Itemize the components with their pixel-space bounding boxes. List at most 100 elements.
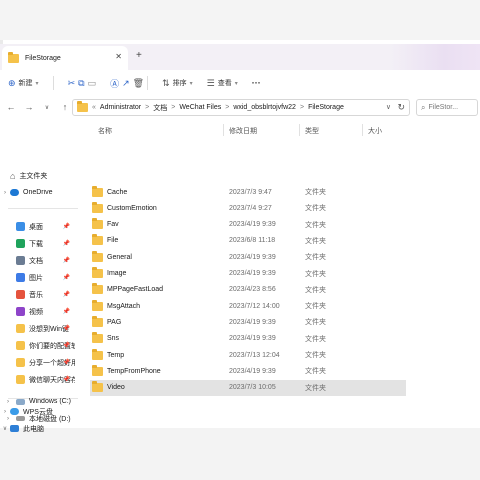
breadcrumb-item[interactable]: FileStorage xyxy=(308,104,344,111)
file-date: 2023/4/19 9:39 xyxy=(229,335,276,343)
cloud-icon xyxy=(10,189,19,196)
table-row[interactable]: CustomEmotion 2023/7/4 9:27 文件夹 xyxy=(90,200,406,216)
sidebar-item-label: Windows (C:) xyxy=(29,398,72,405)
sidebar-item-onedrive[interactable]: › OneDrive xyxy=(0,185,82,200)
sidebar-item-quick[interactable]: 桌面 📌 xyxy=(0,219,82,234)
sidebar-item-label: 主文件夹 xyxy=(19,172,48,180)
history-chevron-icon[interactable]: ∨ xyxy=(40,104,54,111)
pin-icon[interactable]: 📌 xyxy=(63,291,70,298)
sidebar-item-quick[interactable]: 视频 📌 xyxy=(0,304,82,319)
pin-icon[interactable]: 📌 xyxy=(63,274,70,281)
sidebar-item-quick[interactable]: 图片 📌 xyxy=(0,270,82,285)
view-button[interactable]: ☰ 查看 ▾ xyxy=(207,78,238,89)
sidebar-item-drive-d[interactable]: › 本地磁盘 (D:) xyxy=(0,411,78,426)
file-name-cell: MPPageFastLoad xyxy=(92,283,163,295)
rename-icon[interactable]: Ⓐ xyxy=(110,77,119,90)
pin-icon[interactable]: 📌 xyxy=(63,240,70,247)
file-name-cell: Image xyxy=(92,267,126,278)
refresh-icon[interactable]: ↻ xyxy=(397,102,405,113)
table-row[interactable]: Video 2023/7/3 10:05 文件夹 xyxy=(90,379,406,396)
title-bar: FileStorage ✕ + xyxy=(0,44,480,70)
column-header-type[interactable]: 类型 xyxy=(305,126,319,136)
file-name: Sns xyxy=(107,335,120,343)
folder-icon xyxy=(16,341,25,350)
breadcrumb-item[interactable]: Administrator xyxy=(100,104,141,111)
cut-icon[interactable]: ✂ xyxy=(68,78,76,89)
toolbar-divider xyxy=(147,76,149,90)
chevron-right-icon[interactable]: › xyxy=(0,399,16,405)
music-icon xyxy=(16,290,25,299)
breadcrumb-item[interactable]: 文档 xyxy=(153,103,167,113)
pin-icon[interactable]: 📌 xyxy=(63,257,70,264)
table-row[interactable]: PAG 2023/4/19 9:39 文件夹 xyxy=(90,314,406,330)
search-icon: ⌕ xyxy=(421,102,426,112)
forward-arrow-icon[interactable]: → xyxy=(22,102,36,112)
sidebar-item-drive-c[interactable]: › Windows (C:) xyxy=(0,394,78,409)
delete-icon[interactable]: 🗑 xyxy=(133,78,144,89)
table-row[interactable]: General 2023/4/19 9:39 文件夹 xyxy=(90,249,406,265)
file-date: 2023/7/13 12:04 xyxy=(229,351,280,359)
table-row[interactable]: Fav 2023/4/19 9:39 文件夹 xyxy=(90,217,406,233)
sort-button[interactable]: ⇅ 排序 ▾ xyxy=(162,78,193,89)
column-divider[interactable] xyxy=(362,124,363,136)
breadcrumb-item[interactable]: WeChat Files xyxy=(179,104,221,111)
file-name: General xyxy=(107,253,132,261)
address-bar[interactable]: « Administrator > 文档 > WeChat Files > wx… xyxy=(72,99,410,116)
pin-icon[interactable]: 📌 xyxy=(63,223,70,230)
share-icon[interactable]: ↗ xyxy=(122,78,130,89)
file-name: CustomEmotion xyxy=(107,204,157,212)
tab-filestorage[interactable]: FileStorage ✕ xyxy=(2,46,128,70)
table-row[interactable]: Cache 2023/7/3 9:47 文件夹 xyxy=(90,184,406,200)
table-row[interactable]: Sns 2023/4/19 9:39 文件夹 xyxy=(90,331,406,347)
drive-icon xyxy=(16,416,25,421)
file-list: 名称 修改日期 类型 大小 Cache 2023/7/3 9:47 文件夹 Custo… xyxy=(88,118,480,428)
chevron-right-icon[interactable]: › xyxy=(0,416,16,422)
more-options-icon[interactable]: ··· xyxy=(252,78,261,88)
pin-icon[interactable]: 📌 xyxy=(63,308,70,315)
column-header-name[interactable]: 名称 xyxy=(98,126,112,136)
new-tab-button[interactable]: + xyxy=(136,51,142,61)
up-arrow-icon[interactable]: ↑ xyxy=(58,102,72,112)
search-placeholder: FileStor... xyxy=(428,104,459,111)
picture-icon xyxy=(16,273,25,282)
sidebar-item-quick[interactable]: 音乐 📌 xyxy=(0,287,82,302)
table-row[interactable]: TempFromPhone 2023/4/19 9:39 文件夹 xyxy=(90,363,406,379)
sidebar-item-quick[interactable]: 你们要的配置软 📌 xyxy=(0,338,82,353)
paste-icon[interactable]: ▭ xyxy=(88,78,97,89)
back-arrow-icon[interactable]: ← xyxy=(4,102,18,112)
pin-icon[interactable]: 📌 xyxy=(63,325,70,332)
new-button[interactable]: ⊕ 新建 ▾ xyxy=(8,78,39,89)
sidebar-item-quick[interactable]: 没想到Win键 📌 xyxy=(0,321,82,336)
pin-icon[interactable]: 📌 xyxy=(63,359,70,366)
chevron-down-icon[interactable]: ∨ xyxy=(386,103,391,111)
pin-icon[interactable]: 📌 xyxy=(63,376,70,383)
search-box[interactable]: ⌕ FileStor... xyxy=(416,99,478,116)
file-type: 文件夹 xyxy=(305,335,326,343)
sidebar-item-label: 视频 xyxy=(29,308,43,316)
table-row[interactable]: MPPageFastLoad 2023/4/23 8:56 文件夹 xyxy=(90,282,406,298)
breadcrumb-item[interactable]: wxid_obsblrtojvfw22 xyxy=(233,104,296,111)
chevron-right-icon[interactable]: › xyxy=(0,190,10,196)
folder-icon xyxy=(92,332,103,344)
pin-icon[interactable]: 📌 xyxy=(63,342,70,349)
overflow-chevron-icon[interactable]: « xyxy=(92,104,96,111)
column-divider[interactable] xyxy=(299,124,300,136)
sidebar-item-quick[interactable]: 下载 📌 xyxy=(0,236,82,251)
sort-icon: ⇅ xyxy=(162,77,170,88)
table-row[interactable]: Temp 2023/7/13 12:04 文件夹 xyxy=(90,347,406,363)
close-icon[interactable]: ✕ xyxy=(115,52,122,61)
table-row[interactable]: MsgAttach 2023/7/12 14:00 文件夹 xyxy=(90,298,406,314)
file-name: Video xyxy=(107,384,125,392)
column-divider[interactable] xyxy=(223,124,224,136)
column-header-date[interactable]: 修改日期 xyxy=(229,126,257,136)
folder-icon xyxy=(92,364,103,376)
sidebar-item-quick[interactable]: 文档 📌 xyxy=(0,253,82,268)
copy-icon[interactable]: ⧉ xyxy=(78,78,84,89)
sidebar-item-home[interactable]: ⌂ 主文件夹 xyxy=(0,168,82,183)
sidebar-item-quick[interactable]: 分享一个超好用 📌 xyxy=(0,355,82,370)
table-row[interactable]: Image 2023/4/19 9:39 文件夹 xyxy=(90,266,406,282)
table-row[interactable]: File 2023/6/8 11:18 文件夹 xyxy=(90,233,406,249)
column-header-size[interactable]: 大小 xyxy=(368,126,382,136)
sidebar-item-quick[interactable]: 微信聊天内容存 📌 xyxy=(0,372,82,387)
chevron-down-icon[interactable]: ∨ xyxy=(0,425,10,432)
